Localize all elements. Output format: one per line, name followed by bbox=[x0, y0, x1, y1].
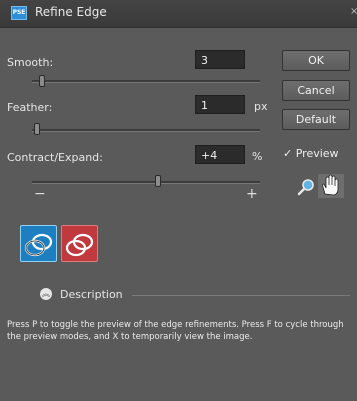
default-button[interactable]: Default bbox=[282, 109, 350, 130]
contract-expand-unit: % bbox=[252, 150, 263, 163]
preview-mode-overlay-icon[interactable] bbox=[61, 225, 98, 262]
feather-slider-thumb[interactable] bbox=[34, 123, 41, 135]
description-divider bbox=[132, 295, 350, 296]
hand-icon[interactable] bbox=[318, 174, 344, 198]
cancel-button[interactable]: Cancel bbox=[282, 80, 350, 101]
smooth-label: Smooth: bbox=[7, 56, 54, 69]
smooth-slider-thumb[interactable] bbox=[38, 75, 45, 87]
description-text: Press P to toggle the preview of the edg… bbox=[7, 320, 344, 342]
contract-expand-label: Contract/Expand: bbox=[7, 151, 103, 164]
ok-button[interactable]: OK bbox=[282, 50, 350, 71]
plus-label: + bbox=[246, 186, 258, 202]
contract-expand-slider-thumb[interactable] bbox=[155, 175, 162, 187]
title-bar[interactable]: PSE Refine Edge × bbox=[0, 0, 357, 28]
window-title: Refine Edge bbox=[35, 5, 107, 19]
feather-label: Feather: bbox=[7, 101, 53, 114]
feather-unit: px bbox=[254, 100, 268, 113]
minus-label: − bbox=[34, 186, 46, 202]
contract-expand-slider-track[interactable] bbox=[32, 181, 260, 184]
smooth-slider-track[interactable] bbox=[32, 80, 260, 83]
preview-mode-normal-icon[interactable] bbox=[20, 225, 57, 262]
description-title: Description bbox=[60, 288, 123, 301]
preview-label: Preview bbox=[295, 147, 339, 160]
checkmark-icon: ✓ bbox=[283, 147, 293, 160]
zoom-icon[interactable] bbox=[296, 178, 316, 198]
chevron-up-icon[interactable]: ︽ bbox=[40, 288, 52, 300]
close-icon[interactable]: × bbox=[350, 6, 357, 17]
app-icon: PSE bbox=[11, 6, 27, 20]
preview-checkbox[interactable]: ✓ Preview bbox=[283, 147, 339, 160]
feather-slider-track[interactable] bbox=[32, 129, 260, 132]
contract-expand-field[interactable]: +4 bbox=[195, 145, 245, 164]
feather-field[interactable]: 1 bbox=[195, 95, 245, 114]
smooth-field[interactable]: 3 bbox=[195, 50, 245, 69]
